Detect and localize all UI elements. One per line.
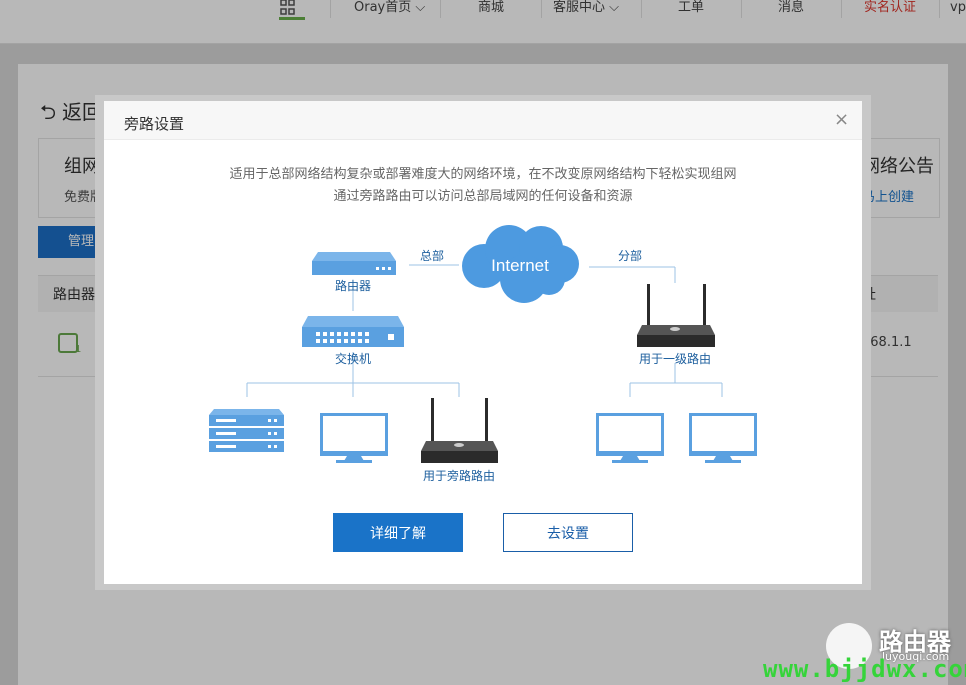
- router-icon: [312, 252, 396, 275]
- switch-icon: [302, 316, 404, 347]
- internet-label: Internet: [491, 256, 549, 275]
- computer-monitor-icon: [320, 413, 388, 463]
- bypass-router-label: 用于旁路路由: [423, 468, 495, 483]
- network-topology-diagram: 总部 Internet 分部 路由器 交换机 用于旁路路由 用于一级路由: [209, 225, 757, 483]
- hq-label: 总部: [420, 248, 444, 263]
- bypass-router-icon: [421, 398, 498, 463]
- switch-label: 交换机: [335, 351, 371, 366]
- primary-router-icon: [637, 284, 715, 347]
- server-icon: [209, 409, 284, 452]
- router-label: 路由器: [335, 278, 371, 293]
- branch-label: 分部: [618, 248, 642, 263]
- primary-router-label: 用于一级路由: [639, 351, 711, 366]
- bypass-settings-dialog: 旁路设置 × 适用于总部网络结构复杂或部署难度大的网络环境，在不改变原网络结构下…: [104, 101, 862, 584]
- computer-monitor-icon: [596, 413, 664, 463]
- learn-more-button[interactable]: 详细了解: [333, 513, 463, 552]
- go-setup-button[interactable]: 去设置: [503, 513, 633, 552]
- computer-monitor-icon: [689, 413, 757, 463]
- watermark-url: www.bjjdwx.com: [763, 655, 966, 683]
